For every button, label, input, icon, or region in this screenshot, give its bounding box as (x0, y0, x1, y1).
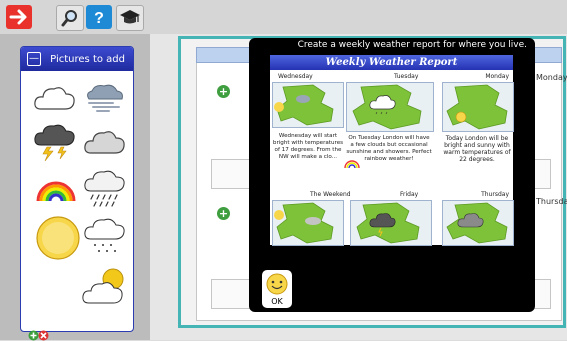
day-label-tuesday: Tuesday (394, 73, 419, 80)
toolbar: ? (0, 0, 567, 35)
cloud-icon[interactable] (33, 83, 77, 113)
drizzle-cloud-icon[interactable] (83, 217, 127, 257)
day-label-monday: Monday (485, 73, 509, 80)
learn-button[interactable] (116, 5, 144, 31)
sun-cloud-icon[interactable] (81, 267, 127, 307)
report-title: Weekly Weather Report (270, 55, 513, 70)
pictures-panel-title: Pictures to add (50, 53, 125, 65)
rain-cloud-icon[interactable] (83, 169, 127, 209)
background-day-monday: Monday (536, 73, 567, 82)
map-friday (350, 200, 432, 246)
rainbow-sticker-icon (344, 160, 360, 169)
grey-cloud-icon[interactable] (83, 127, 127, 157)
map-monday (442, 82, 514, 132)
search-icon (61, 10, 77, 27)
svg-text:?: ? (94, 10, 104, 27)
add-picture-button-top[interactable]: + (217, 85, 230, 98)
map-wednesday (272, 82, 344, 128)
pictures-panel: — Pictures to add (20, 46, 134, 332)
search-button[interactable] (56, 5, 84, 31)
day-label-friday: Friday (400, 191, 419, 198)
thunder-cloud-icon[interactable] (33, 123, 77, 163)
day-label-weekend: The Weekend (310, 191, 351, 198)
pictures-panel-header: — Pictures to add (21, 47, 133, 71)
day-label-wednesday: Wednesday (278, 73, 313, 80)
background-day-thursday: Thursday (536, 197, 567, 206)
day-label-thursday: Thursday (481, 191, 509, 198)
smiley-icon (266, 273, 288, 295)
sun-icon[interactable] (35, 215, 81, 261)
map-weekend (272, 200, 344, 246)
add-picture-button-bottom[interactable]: + (217, 207, 230, 220)
weather-report-preview: Weekly Weather Report Wednesday Tuesday … (270, 55, 514, 246)
ok-button-label: OK (271, 297, 283, 306)
delete-icon[interactable] (38, 330, 49, 341)
help-button[interactable]: ? (86, 5, 112, 29)
day-text-wednesday: Wednesday will start bright with tempera… (272, 133, 344, 160)
day-text-monday: Today London will be bright and sunny wi… (443, 135, 511, 163)
graduation-cap-icon (120, 10, 140, 24)
weather-report-modal: Create a weekly weather report for where… (249, 38, 535, 312)
wind-cloud-icon[interactable] (83, 81, 127, 113)
collapse-button[interactable]: — (27, 52, 41, 66)
ok-button[interactable]: OK (262, 270, 292, 308)
map-thursday (442, 200, 514, 246)
help-icon: ? (94, 10, 104, 27)
rainbow-icon[interactable] (35, 177, 77, 203)
back-arrow-icon (9, 9, 27, 25)
back-button[interactable] (6, 5, 32, 29)
map-tuesday (346, 82, 434, 132)
modal-instruction: Create a weekly weather report for where… (297, 40, 527, 50)
